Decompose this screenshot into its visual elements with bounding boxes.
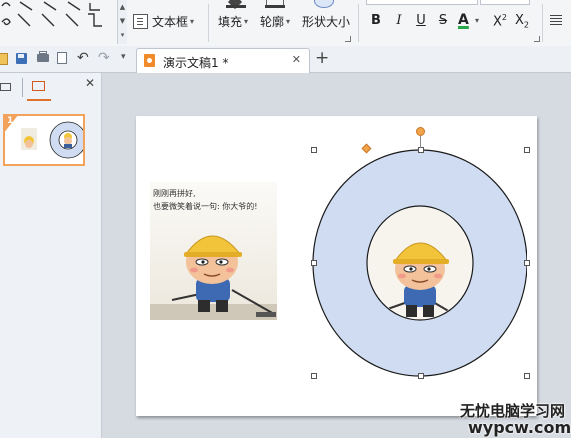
shape-arrow-icon <box>43 1 57 11</box>
ribbon-separator <box>208 4 209 42</box>
resize-handle-top-right[interactable] <box>524 147 530 153</box>
dialog-launcher-icon[interactable] <box>345 36 351 42</box>
shape-gallery[interactable] <box>0 0 118 44</box>
shape-arrow-icon <box>41 13 55 27</box>
document-tab-title: 演示文稿1 * <box>163 56 229 70</box>
shape-elbow-icon <box>89 3 100 11</box>
preview-icon[interactable] <box>57 52 67 64</box>
resize-handle-top-left[interactable] <box>311 147 317 153</box>
shape-line-icon <box>67 1 81 11</box>
folder-icon[interactable] <box>0 53 8 65</box>
textbox-button[interactable]: 文本框 ▾ <box>133 13 194 30</box>
undo-icon[interactable]: ↶ <box>77 50 89 66</box>
cartoon-worker <box>150 235 277 320</box>
italic-button[interactable]: I <box>392 13 406 28</box>
shape-curve-icon <box>1 2 11 7</box>
shape-line-icon <box>17 13 31 27</box>
underline-button[interactable]: U <box>414 13 428 28</box>
shape-double-arrow-icon <box>65 13 79 27</box>
outline-color-bar <box>265 5 285 8</box>
rotation-handle[interactable] <box>416 127 425 136</box>
shape-size-button[interactable]: 形状大小 <box>302 13 350 30</box>
resize-handle-bottom-left[interactable] <box>311 373 317 379</box>
outline-view-tab[interactable] <box>0 80 14 95</box>
textbox-icon <box>133 14 148 29</box>
dialog-launcher-icon[interactable] <box>534 36 540 42</box>
subscript-mark: 2 <box>523 20 529 30</box>
fill-color-bar <box>226 5 246 8</box>
close-panel-icon[interactable]: ✕ <box>85 76 95 90</box>
resize-handle-bottom-right[interactable] <box>524 373 530 379</box>
slides-panel: ✕ 1 <box>0 73 102 438</box>
gallery-scroll[interactable]: ▲ ▼ ▾ <box>117 0 127 44</box>
superscript-mark: 2 <box>501 13 507 22</box>
tab-divider <box>22 78 23 97</box>
resize-handle-left[interactable] <box>311 260 317 266</box>
slides-view-icon <box>32 81 45 91</box>
font-color-letter: A <box>458 12 469 28</box>
font-name-input[interactable] <box>366 0 478 5</box>
presentation-file-icon <box>144 54 155 67</box>
close-icon[interactable]: ✕ <box>292 53 301 66</box>
slide-canvas[interactable]: 刚刚再拼好, 也要微笑着说一句: 你大爷的! <box>136 116 537 416</box>
caption-line-2: 也要微笑着说一句: 你大爷的! <box>153 202 258 211</box>
quick-access-bar: ↶ ↷ ▾ 演示文稿1 * ✕ + <box>0 46 571 73</box>
outline-label: 轮廓 <box>260 15 285 29</box>
customize-dropdown-icon[interactable]: ▾ <box>121 52 126 62</box>
resize-handle-top[interactable] <box>418 147 424 153</box>
chevron-down-icon: ▾ <box>475 16 480 25</box>
thumbnail-preview <box>21 121 83 159</box>
font-color-button[interactable]: A ▾ <box>456 11 484 33</box>
cartoon-picture[interactable]: 刚刚再拼好, 也要微笑着说一句: 你大爷的! <box>150 182 277 320</box>
selection-frame <box>314 150 526 376</box>
watermark-line-2: wypcw.com <box>468 418 571 437</box>
subscript-button[interactable]: X2 <box>515 13 529 30</box>
ribbon-separator <box>542 4 543 42</box>
superscript-button[interactable]: X2 <box>493 13 507 29</box>
shape-size-label: 形状大小 <box>302 15 351 29</box>
slides-view-tab[interactable] <box>27 77 51 101</box>
shape-size-icon <box>314 0 334 8</box>
bold-button[interactable]: B <box>369 13 383 28</box>
ribbon-separator <box>358 4 359 42</box>
document-tab[interactable]: 演示文稿1 * ✕ <box>136 48 310 73</box>
resize-handle-right[interactable] <box>524 260 530 266</box>
font-size-input[interactable] <box>480 0 530 5</box>
fill-button[interactable]: 填充 ▾ <box>218 13 248 30</box>
chevron-down-icon: ▾ <box>190 17 195 26</box>
ribbon: ▲ ▼ ▾ 文本框 ▾ 填充 ▾ 轮廓 ▾ 形状大小 B I U S A ▾ X2 <box>0 0 571 47</box>
chevron-down-icon: ▾ <box>286 17 291 26</box>
outline-button[interactable]: 轮廓 ▾ <box>260 13 290 30</box>
chevron-down-icon: ▾ <box>244 17 249 26</box>
align-left-icon[interactable] <box>550 15 562 25</box>
fill-label: 填充 <box>218 15 243 29</box>
superscript-base: X <box>493 14 502 30</box>
print-icon[interactable] <box>37 51 49 62</box>
slide-thumbnail[interactable]: 1 <box>3 114 85 166</box>
caption-line-1: 刚刚再拼好, <box>153 189 196 198</box>
shape-line-icon <box>19 1 33 11</box>
subscript-base: X <box>515 13 524 28</box>
outline-view-icon <box>0 83 11 91</box>
shape-connector-icon <box>88 13 102 27</box>
save-icon[interactable] <box>16 53 27 64</box>
new-tab-button[interactable]: + <box>315 48 329 68</box>
shape-curve-icon <box>1 18 11 26</box>
textbox-label: 文本框 <box>152 15 189 29</box>
strikethrough-button[interactable]: S <box>436 13 450 28</box>
redo-icon[interactable]: ↷ <box>98 50 110 66</box>
resize-handle-bottom[interactable] <box>418 373 424 379</box>
rotation-stem <box>420 135 421 148</box>
